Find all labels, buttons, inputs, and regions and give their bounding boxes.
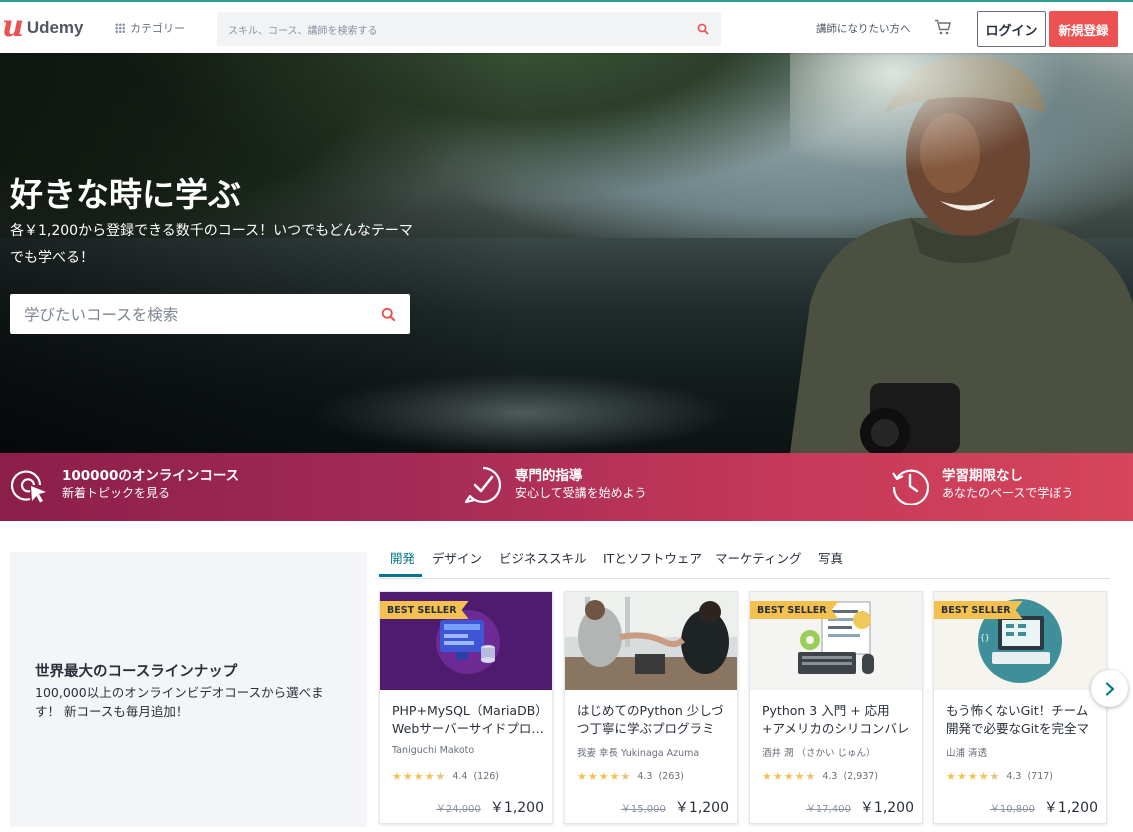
active-tab-indicator <box>379 574 422 577</box>
categories-menu[interactable]: カテゴリー <box>115 20 185 36</box>
rating-count: (717) <box>1027 771 1053 782</box>
rating-stars-icon: ★★★★★ <box>577 770 632 783</box>
feature-title: 学習期限なし <box>942 468 1023 484</box>
course-card[interactable]: {} BEST SELLER もう怖くないGit！チーム開発で必要なGitを完全… <box>933 591 1107 824</box>
hero-search-bar[interactable]: 学びたいコースを検索 <box>10 294 410 334</box>
original-price: ￥15,000 <box>620 804 666 815</box>
cursor-target-icon <box>10 470 46 503</box>
tab-photography[interactable]: 写真 <box>818 548 843 567</box>
chevron-right-icon <box>1105 681 1114 696</box>
tab-it-software[interactable]: ITとソフトウェア <box>603 548 702 567</box>
course-card[interactable]: BEST SELLER PHP+MySQL（MariaDB）Webサーバーサイド… <box>379 591 553 824</box>
hero-person-photo <box>790 53 1133 453</box>
cart-icon[interactable] <box>934 19 952 40</box>
original-price: ￥17,400 <box>805 804 851 815</box>
top-navbar: u Udemy カテゴリー スキル、コース、講師を検索する 講師になりたい方へ … <box>0 0 1133 53</box>
rating-count: (2,937) <box>843 771 879 782</box>
categories-label: カテゴリー <box>130 22 185 35</box>
course-author: 酒井 潤 （さかい じゅん） <box>762 748 876 759</box>
grid-icon <box>115 23 125 33</box>
course-price: ￥15,000 ￥1,200 <box>621 797 729 817</box>
hero-title: 好きな時に学ぶ <box>10 175 241 214</box>
course-title[interactable]: PHP+MySQL（MariaDB）Webサーバーサイドプロ… <box>392 702 544 738</box>
course-rating: ★★★★★ 4.3 (717) <box>946 770 1053 783</box>
rating-stars-icon: ★★★★★ <box>762 770 817 783</box>
course-card[interactable]: はじめてのPython 少しづつ丁寧に学ぶプログラミン… 我妻 幸長 Yukin… <box>564 591 738 824</box>
check-badge-icon <box>464 466 502 504</box>
original-price: ￥24,000 <box>435 804 481 815</box>
course-thumbnail: BEST SELLER <box>380 592 552 690</box>
course-card[interactable]: BEST SELLER Python 3 入門 + 応用 +アメリカのシリコンバ… <box>749 591 923 824</box>
feature-text: あなたのペースで学ぼう <box>942 486 1074 500</box>
logo-text: Udemy <box>26 18 84 37</box>
header-search-bar[interactable]: スキル、コース、講師を検索する <box>217 12 721 46</box>
hero-search-input[interactable]: 学びたいコースを検索 <box>24 303 381 325</box>
lineup-panel: 世界最大のコースラインナップ 100,000以上のオンラインビデオコースから選べ… <box>10 552 367 827</box>
feature-expert: 専門的指導 安心して受講を始めよう <box>463 465 647 505</box>
feature-text: 新着トピックを見る <box>62 486 171 500</box>
feature-title: 専門的指導 <box>515 468 583 484</box>
course-price: ￥17,400 ￥1,200 <box>806 797 914 817</box>
course-author: Taniguchi Makoto <box>392 745 475 756</box>
rating-score: 4.3 <box>637 771 653 782</box>
sale-price: ￥1,200 <box>489 800 544 816</box>
course-rating: ★★★★★ 4.3 (263) <box>577 770 684 783</box>
search-icon[interactable] <box>381 307 396 322</box>
sale-price: ￥1,200 <box>674 800 729 816</box>
tab-marketing[interactable]: マーケティング <box>715 548 802 567</box>
lineup-text: 100,000以上のオンラインビデオコースから選べます！ 新コースも毎月追加！ <box>35 685 324 719</box>
rating-count: (126) <box>473 771 499 782</box>
rating-score: 4.3 <box>822 771 838 782</box>
course-price: ￥24,000 ￥1,200 <box>436 797 544 817</box>
history-clock-icon <box>892 469 930 505</box>
course-author: 我妻 幸長 Yukinaga Azuma <box>577 748 700 759</box>
bestseller-badge: BEST SELLER <box>750 601 839 619</box>
header-search-input[interactable]: スキル、コース、講師を検索する <box>228 22 697 37</box>
login-button[interactable]: ログイン <box>977 11 1046 47</box>
course-rating: ★★★★★ 4.4 (126) <box>392 770 499 783</box>
bestseller-badge: BEST SELLER <box>934 601 1023 619</box>
course-rating: ★★★★★ 4.3 (2,937) <box>762 770 878 783</box>
tab-design[interactable]: デザイン <box>432 548 482 567</box>
tab-development[interactable]: 開発 <box>390 548 415 567</box>
rating-stars-icon: ★★★★★ <box>946 770 1001 783</box>
rating-count: (263) <box>658 771 684 782</box>
sale-price: ￥1,200 <box>1043 800 1098 816</box>
logo-mark: u <box>2 9 24 44</box>
feature-courses: 100000のオンラインコース 新着トピックを見る <box>10 465 239 505</box>
feature-band: 100000のオンラインコース 新着トピックを見る 専門的指導 安心して受講を始… <box>0 453 1133 521</box>
original-price: ￥10,800 <box>989 804 1035 815</box>
course-title[interactable]: はじめてのPython 少しづつ丁寧に学ぶプログラミン… <box>577 702 729 738</box>
rating-score: 4.4 <box>452 771 468 782</box>
rating-score: 4.3 <box>1006 771 1022 782</box>
carousel-next-button[interactable] <box>1091 670 1128 707</box>
category-tabs: 開発 デザイン ビジネススキル ITとソフトウェア マーケティング 写真 <box>379 540 1110 579</box>
search-icon[interactable] <box>697 23 709 35</box>
course-title[interactable]: もう怖くないGit！チーム開発で必要なGitを完全マス… <box>946 702 1098 738</box>
rating-stars-icon: ★★★★★ <box>392 770 447 783</box>
svg-text:{}: {} <box>980 633 990 642</box>
feature-title: 100000のオンラインコース <box>62 468 240 484</box>
hero-subtitle: 各￥1,200から登録できる数千のコース！いつでもどんなテーマでも学べる！ <box>10 223 413 266</box>
become-instructor-link[interactable]: 講師になりたい方へ <box>816 21 911 36</box>
course-thumbnail: BEST SELLER <box>750 592 922 690</box>
course-thumbnail: {} BEST SELLER <box>934 592 1106 690</box>
signup-button[interactable]: 新規登録 <box>1049 11 1118 47</box>
lineup-title: 世界最大のコースラインナップ <box>35 664 238 680</box>
tab-business[interactable]: ビジネススキル <box>499 548 587 567</box>
course-author: 山浦 清透 <box>946 748 988 759</box>
course-thumbnail <box>565 592 737 690</box>
hero-banner: 好きな時に学ぶ 各￥1,200から登録できる数千のコース！いつでもどんなテーマで… <box>0 53 1133 453</box>
feature-text: 安心して受講を始めよう <box>515 486 647 500</box>
feature-lifetime: 学習期限なし あなたのペースで学ぼう <box>890 465 1073 505</box>
udemy-logo[interactable]: u Udemy <box>2 9 84 44</box>
course-title[interactable]: Python 3 入門 + 応用 +アメリカのシリコンバレー流… <box>762 702 914 738</box>
course-price: ￥10,800 ￥1,200 <box>990 797 1098 817</box>
bestseller-badge: BEST SELLER <box>380 601 469 619</box>
sale-price: ￥1,200 <box>859 800 914 816</box>
